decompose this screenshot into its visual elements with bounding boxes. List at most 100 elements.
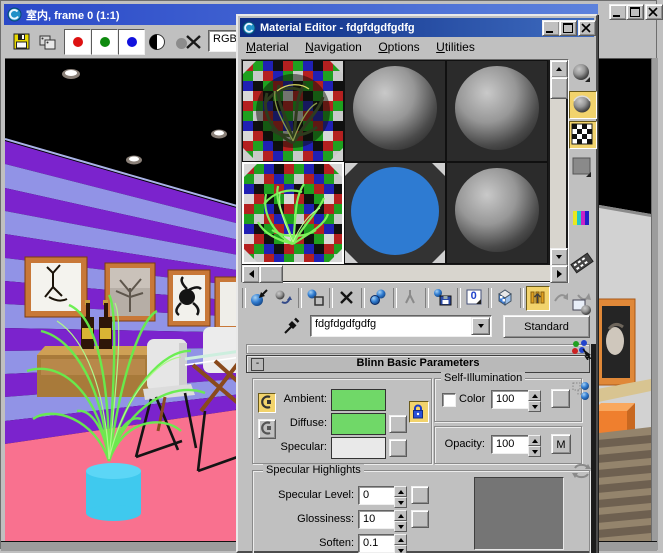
uv-tiling-icon [570, 156, 594, 178]
pick-material-from-object-button[interactable] [280, 315, 304, 339]
app-maximize-button[interactable] [626, 4, 644, 20]
get-material-button[interactable] [248, 286, 272, 311]
clear-button[interactable] [182, 30, 208, 56]
sample-slot-6[interactable] [446, 162, 548, 264]
specular-color-swatch[interactable] [331, 437, 386, 459]
menu-material[interactable]: Material [240, 38, 295, 57]
eyedropper-icon [281, 316, 301, 336]
blinn-rollout-header[interactable]: - Blinn Basic Parameters [246, 355, 590, 373]
side-toolbar-extra-button[interactable] [569, 459, 597, 485]
me-minimize-button[interactable] [542, 20, 560, 36]
specular-map-button[interactable] [389, 439, 407, 457]
film-strip-icon [570, 252, 594, 274]
backlight-button[interactable] [569, 91, 597, 119]
material-name-row: fdgfdgdfgdfg Standard [240, 315, 596, 339]
vertical-scroll-thumb[interactable] [550, 77, 568, 99]
glossiness-spin-up[interactable] [394, 510, 407, 521]
select-by-material-icon [570, 338, 594, 360]
horizontal-scroll-thumb[interactable] [259, 265, 283, 283]
material-map-navigator-button[interactable] [569, 379, 597, 405]
soften-spin-up[interactable] [394, 534, 407, 545]
self-illumination-color-label: Color [459, 393, 485, 405]
lock-color-button[interactable] [409, 401, 429, 423]
reset-map-button[interactable] [335, 286, 359, 311]
specular-label: Specular: [267, 441, 327, 453]
diffuse-color-swatch[interactable] [331, 413, 386, 435]
put-to-library-button[interactable] [431, 286, 455, 311]
specular-level-spin-up[interactable] [394, 486, 407, 497]
me-maximize-button[interactable] [559, 20, 577, 36]
diffuse-map-button[interactable] [389, 415, 407, 433]
opacity-spin-up[interactable] [528, 435, 541, 446]
app-minimize-button[interactable] [609, 4, 627, 20]
material-type-label: Standard [524, 321, 569, 333]
blue-channel-button[interactable] [118, 29, 145, 55]
scroll-left-button[interactable] [242, 265, 260, 283]
specular-level-map-button[interactable] [411, 486, 429, 504]
glossiness-map-button[interactable] [411, 510, 429, 528]
make-material-copy-button[interactable] [367, 286, 391, 311]
slots-horizontal-scrollbar[interactable] [242, 265, 566, 281]
opacity-value-field[interactable]: 100 [491, 435, 529, 454]
put-material-to-scene-button[interactable] [272, 286, 296, 311]
assign-material-to-selection-button[interactable] [304, 286, 328, 311]
glossiness-spin-down[interactable] [394, 521, 407, 532]
sample-uv-tiling-button[interactable] [569, 155, 597, 181]
sample-slot-2[interactable] [344, 60, 446, 162]
material-name-dropdown[interactable]: fdgfdgdfgdfg [310, 315, 492, 337]
menu-options[interactable]: Options [372, 38, 425, 57]
sample-slot-3[interactable] [446, 60, 548, 162]
scroll-down-button[interactable] [550, 248, 568, 266]
soften-spin-down[interactable] [394, 545, 407, 553]
show-map-in-viewport-button[interactable] [494, 286, 518, 311]
specular-level-field[interactable]: 0 [358, 486, 395, 505]
ambient-color-swatch[interactable] [331, 389, 386, 411]
picture-dancer [25, 257, 87, 317]
options-button[interactable] [569, 295, 597, 321]
sample-type-button[interactable] [569, 61, 597, 87]
self-illumination-checkbox[interactable] [442, 393, 456, 407]
parameters-area: - Blinn Basic Parameters Ambient: Diffus… [240, 342, 596, 553]
self-illumination-value-field[interactable]: 100 [491, 390, 529, 409]
scroll-up-button[interactable] [550, 60, 568, 78]
show-end-result-button[interactable] [526, 286, 550, 311]
self-illumination-spin-down[interactable] [528, 401, 541, 412]
self-illumination-group: Self-Illumination Color 100 [434, 378, 582, 422]
make-preview-button[interactable] [569, 251, 597, 277]
plant-pot [86, 463, 141, 521]
clone-window-button[interactable] [37, 31, 61, 55]
me-close-button[interactable] [578, 20, 596, 36]
menu-navigation[interactable]: Navigation [299, 38, 368, 57]
glossiness-field[interactable]: 10 [358, 510, 395, 529]
material-name-dropdown-arrow[interactable] [471, 317, 490, 335]
max-logo-icon [7, 7, 22, 22]
material-name-value: fdgfdgdfgdfg [311, 316, 491, 330]
green-channel-button[interactable] [91, 29, 118, 55]
material-id-channel-button[interactable]: 0 [463, 286, 487, 311]
red-channel-button[interactable] [64, 29, 91, 55]
opacity-value: 100 [492, 436, 528, 450]
material-editor-title: Material Editor - fdgfdgdfgdfg [260, 22, 415, 34]
sample-slot-4-active[interactable] [242, 162, 344, 264]
padlock-icon [410, 402, 426, 420]
video-color-check-button[interactable] [569, 207, 597, 233]
sample-slot-1[interactable] [242, 60, 344, 162]
save-bitmap-button[interactable] [11, 31, 35, 55]
monochrome-button[interactable] [147, 32, 169, 54]
scroll-right-button[interactable] [550, 265, 568, 283]
app-close-button[interactable] [645, 4, 663, 20]
material-editor-titlebar[interactable]: Material Editor - fdgfdgdfgdfg [240, 18, 594, 37]
soften-field[interactable]: 0.1 [358, 534, 395, 553]
make-unique-button[interactable] [399, 286, 423, 311]
specular-level-spin-down[interactable] [394, 497, 407, 508]
sample-slot-5[interactable] [344, 162, 446, 264]
select-by-material-button[interactable] [569, 337, 597, 363]
material-editor-menubar: Material Navigation Options Utilities [240, 38, 594, 56]
red-channel-icon [73, 37, 83, 47]
slots-vertical-scrollbar[interactable] [550, 60, 566, 264]
opacity-spin-down[interactable] [528, 446, 541, 457]
menu-utilities[interactable]: Utilities [430, 38, 481, 57]
background-button[interactable] [569, 121, 597, 149]
blue-channel-icon [127, 37, 137, 47]
self-illumination-spin-up[interactable] [528, 390, 541, 401]
